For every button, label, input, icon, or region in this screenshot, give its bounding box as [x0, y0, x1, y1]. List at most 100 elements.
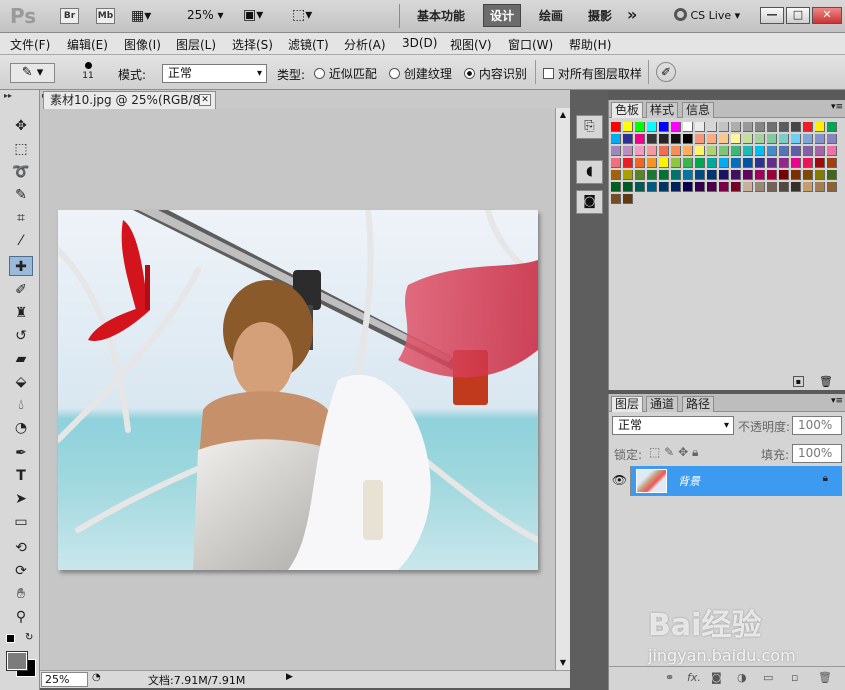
- quick-selection-tool-icon[interactable]: ✎: [9, 185, 33, 205]
- color-swatch[interactable]: [743, 146, 753, 156]
- color-swatch[interactable]: [707, 146, 717, 156]
- color-swatch[interactable]: [695, 134, 705, 144]
- menu-file[interactable]: 文件(F): [10, 36, 50, 53]
- tablet-pressure-icon[interactable]: ✐: [656, 62, 676, 82]
- color-swatch[interactable]: [707, 158, 717, 168]
- close-window-button[interactable]: ✕: [812, 7, 842, 24]
- color-swatch[interactable]: [827, 134, 837, 144]
- color-swatch[interactable]: [707, 122, 717, 132]
- color-swatch[interactable]: [755, 134, 765, 144]
- color-swatch[interactable]: [683, 146, 693, 156]
- color-swatch[interactable]: [791, 158, 801, 168]
- hand-tool-icon[interactable]: ✋︎: [9, 584, 33, 604]
- tab-styles[interactable]: 样式: [646, 102, 679, 118]
- layer-style-icon[interactable]: fx.: [687, 671, 701, 684]
- color-swatch[interactable]: [755, 158, 765, 168]
- menu-select[interactable]: 选择(S): [232, 36, 273, 53]
- pen-tool-icon[interactable]: ✒: [9, 443, 33, 463]
- visibility-eye-icon[interactable]: 👁︎: [609, 466, 631, 496]
- lock-icons[interactable]: ⬚ ✎ ✥ 🔒︎: [649, 445, 698, 460]
- color-swatch[interactable]: [683, 170, 693, 180]
- color-swatch[interactable]: [647, 182, 657, 192]
- color-swatch[interactable]: [743, 170, 753, 180]
- menu-edit[interactable]: 编辑(E): [67, 36, 108, 53]
- color-swatch[interactable]: [647, 122, 657, 132]
- foreground-color-swatch[interactable]: [6, 651, 28, 671]
- adjustment-layer-icon[interactable]: ◑: [737, 671, 747, 684]
- color-swatch[interactable]: [707, 182, 717, 192]
- color-swatch[interactable]: [815, 182, 825, 192]
- lock-position-icon[interactable]: ✥: [678, 445, 688, 459]
- color-swatch[interactable]: [671, 182, 681, 192]
- color-swatch[interactable]: [827, 122, 837, 132]
- color-swatch[interactable]: [815, 158, 825, 168]
- maximize-button[interactable]: □: [786, 7, 810, 24]
- workspace-essentials[interactable]: 基本功能: [417, 7, 465, 24]
- tab-swatches[interactable]: 色板: [611, 102, 644, 118]
- color-swatch[interactable]: [803, 170, 813, 180]
- delete-layer-icon[interactable]: 🗑︎: [818, 671, 832, 684]
- arrange-documents-icon[interactable]: ▣▾: [243, 7, 263, 23]
- marquee-tool-icon[interactable]: ⬚: [9, 139, 33, 159]
- tab-paths[interactable]: 路径: [682, 396, 715, 412]
- tab-layers[interactable]: 图层: [611, 396, 644, 412]
- color-swatch[interactable]: [827, 158, 837, 168]
- color-swatch[interactable]: [671, 122, 681, 132]
- color-swatch[interactable]: [647, 158, 657, 168]
- color-swatch[interactable]: [707, 134, 717, 144]
- color-swatch[interactable]: [743, 158, 753, 168]
- 3d-rotate-tool-icon[interactable]: ⟲: [9, 538, 33, 558]
- color-swatch[interactable]: [671, 146, 681, 156]
- color-swatch[interactable]: [779, 158, 789, 168]
- color-swatch[interactable]: [731, 122, 741, 132]
- color-swatch[interactable]: [719, 170, 729, 180]
- view-extras-icon[interactable]: ▦▾: [131, 8, 161, 24]
- color-swatch[interactable]: [755, 122, 765, 132]
- panel-menu-icon[interactable]: ▾≡: [831, 102, 843, 112]
- color-swatch[interactable]: [779, 122, 789, 132]
- minibridge-button[interactable]: Mb: [96, 8, 115, 24]
- color-swatch[interactable]: [611, 146, 621, 156]
- color-swatch[interactable]: [803, 122, 813, 132]
- menu-analysis[interactable]: 分析(A): [344, 36, 386, 53]
- menu-image[interactable]: 图像(I): [124, 36, 161, 53]
- panel-menu-icon[interactable]: ▾≡: [831, 396, 843, 406]
- color-swatch[interactable]: [659, 158, 669, 168]
- color-swatch[interactable]: [791, 170, 801, 180]
- color-swatch[interactable]: [695, 182, 705, 192]
- color-swatch[interactable]: [779, 170, 789, 180]
- photo-canvas[interactable]: [58, 210, 538, 570]
- default-colors-icon[interactable]: [6, 634, 15, 643]
- workspace-painting[interactable]: 绘画: [539, 7, 563, 24]
- color-swatch[interactable]: [635, 146, 645, 156]
- color-swatch[interactable]: [623, 146, 633, 156]
- color-swatch[interactable]: [611, 158, 621, 168]
- tool-preset-picker[interactable]: ✎ ▾: [10, 63, 55, 83]
- workspace-photography[interactable]: 摄影: [588, 7, 612, 24]
- color-swatch[interactable]: [731, 170, 741, 180]
- radio-create-texture[interactable]: 创建纹理: [389, 65, 452, 82]
- color-swatch[interactable]: [623, 122, 633, 132]
- link-layers-icon[interactable]: ⚭: [665, 671, 674, 684]
- color-swatch[interactable]: [731, 182, 741, 192]
- opacity-field[interactable]: 100%: [792, 416, 842, 435]
- color-swatch[interactable]: [767, 182, 777, 192]
- lock-pixels-icon[interactable]: ✎: [664, 445, 674, 459]
- radio-content-aware[interactable]: 内容识别: [464, 65, 527, 82]
- color-swatch[interactable]: [743, 134, 753, 144]
- menu-help[interactable]: 帮助(H): [569, 36, 611, 53]
- color-swatch[interactable]: [815, 170, 825, 180]
- brush-panel-icon[interactable]: ◖: [576, 160, 603, 184]
- status-info-icon[interactable]: ◔: [92, 672, 101, 683]
- color-swatch[interactable]: [803, 146, 813, 156]
- color-swatch[interactable]: [671, 158, 681, 168]
- color-swatch[interactable]: [659, 170, 669, 180]
- more-workspaces-button[interactable]: »: [627, 5, 637, 24]
- tab-channels[interactable]: 通道: [646, 396, 679, 412]
- color-swatch[interactable]: [767, 158, 777, 168]
- fill-field[interactable]: 100%: [792, 444, 842, 463]
- color-swatch[interactable]: [623, 134, 633, 144]
- clone-stamp-tool-icon[interactable]: ♜: [9, 303, 33, 323]
- color-swatch[interactable]: [743, 182, 753, 192]
- menu-filter[interactable]: 滤镜(T): [288, 36, 329, 53]
